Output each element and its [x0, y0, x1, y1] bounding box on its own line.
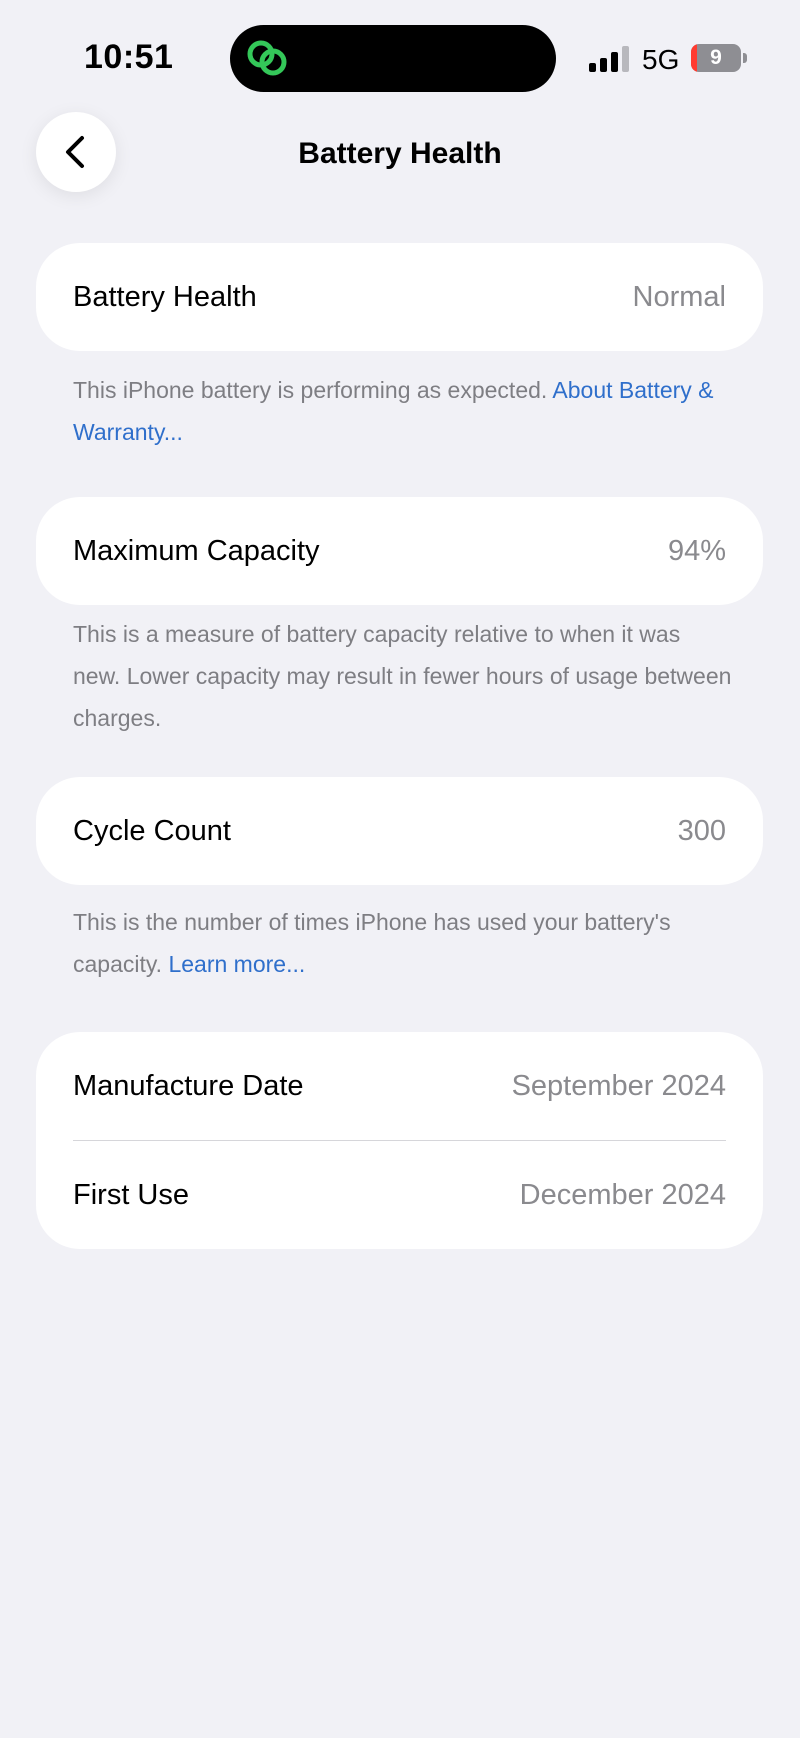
cellular-signal-icon	[589, 46, 629, 72]
cycle-count-value: 300	[677, 814, 726, 847]
battery-health-label: Battery Health	[73, 280, 257, 313]
dynamic-island[interactable]	[230, 25, 556, 92]
dates-card: Manufacture Date September 2024 First Us…	[36, 1032, 763, 1249]
first-use-row: First Use December 2024	[36, 1141, 763, 1249]
manufacture-date-value: September 2024	[511, 1069, 726, 1102]
first-use-value: December 2024	[519, 1178, 726, 1211]
cycle-count-row: Cycle Count 300	[36, 777, 763, 885]
battery-body: 9	[691, 44, 741, 72]
battery-health-card: Battery Health Normal	[36, 243, 763, 351]
status-time: 10:51	[84, 38, 174, 76]
battery-level: 9	[710, 46, 722, 69]
cycle-count-label: Cycle Count	[73, 814, 231, 847]
battery-health-value: Normal	[632, 280, 726, 313]
battery-tip	[743, 53, 747, 63]
maximum-capacity-card: Maximum Capacity 94%	[36, 497, 763, 605]
battery-health-row: Battery Health Normal	[36, 243, 763, 351]
cycle-count-card: Cycle Count 300	[36, 777, 763, 885]
network-type: 5G	[642, 44, 680, 75]
maximum-capacity-label: Maximum Capacity	[73, 534, 320, 567]
page-title: Battery Health	[298, 137, 502, 170]
cycle-count-note-text: This is the number of times iPhone has u…	[73, 909, 671, 977]
battery-health-note: This iPhone battery is performing as exp…	[73, 369, 733, 453]
maximum-capacity-note: This is a measure of battery capacity re…	[73, 621, 732, 731]
manufacture-date-label: Manufacture Date	[73, 1069, 304, 1102]
cycle-count-note: This is the number of times iPhone has u…	[73, 901, 733, 985]
manufacture-date-row: Manufacture Date September 2024	[36, 1032, 763, 1140]
maximum-capacity-value: 94%	[667, 534, 726, 567]
status-bar: 10:51 5G 9	[0, 0, 800, 110]
battery-health-note-text: This iPhone battery is performing as exp…	[73, 377, 548, 403]
learn-more-link[interactable]: Learn more...	[168, 951, 305, 977]
first-use-label: First Use	[73, 1178, 189, 1211]
maximum-capacity-row: Maximum Capacity 94%	[36, 497, 763, 605]
battery-icon: 9	[691, 44, 747, 72]
linked-circles-icon	[247, 40, 287, 76]
